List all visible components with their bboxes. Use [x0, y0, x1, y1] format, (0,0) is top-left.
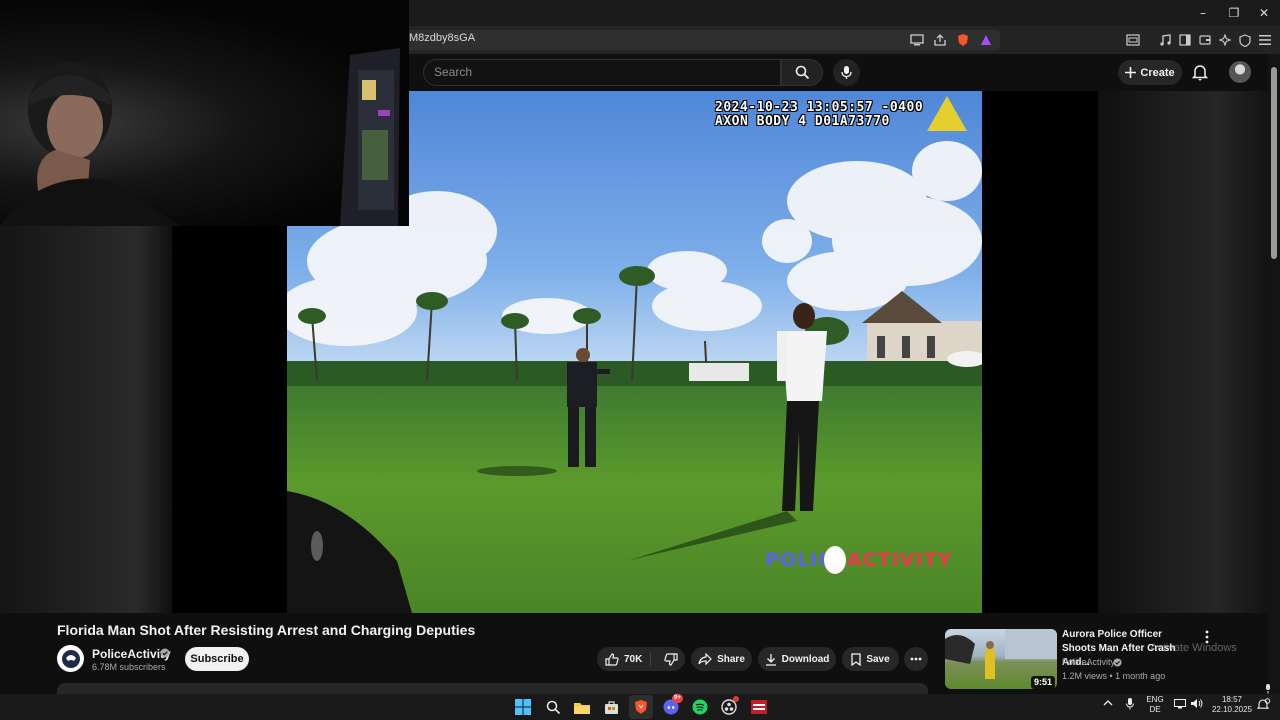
ambient-left: [0, 226, 172, 613]
like-button[interactable]: 70K: [605, 652, 652, 666]
like-dislike-group: 70K: [597, 647, 685, 671]
activate-windows-watermark: Activate Windows: [1150, 642, 1237, 654]
subscriber-count: 6.78M subscribers: [92, 662, 166, 672]
language-indicator[interactable]: ENG DE: [1145, 695, 1165, 715]
clock-time: 18:57: [1221, 695, 1243, 704]
more-actions-button[interactable]: [904, 647, 928, 671]
save-button[interactable]: Save: [842, 647, 899, 671]
share-page-icon[interactable]: [931, 31, 949, 49]
axon-logo: [927, 96, 967, 131]
address-bar-url[interactable]: M8zdby8sGA: [409, 32, 475, 44]
leo-ai-icon[interactable]: [1216, 31, 1234, 49]
related-video-meta: 1.2M views • 1 month ago: [1062, 671, 1166, 681]
create-button[interactable]: Create: [1118, 60, 1182, 85]
start-button[interactable]: [511, 695, 535, 719]
sidebar-toggle-icon[interactable]: [1124, 31, 1142, 49]
share-label: Share: [717, 653, 745, 665]
file-explorer-button[interactable]: [570, 695, 594, 719]
sidebar-panel-icon[interactable]: [1176, 31, 1194, 49]
description-box[interactable]: [57, 683, 928, 694]
dislike-button[interactable]: [656, 652, 678, 666]
policeactivity-logo-icon: [61, 649, 80, 668]
related-video-channel[interactable]: PoliceActivity: [1062, 657, 1115, 667]
ambient-right: [1098, 91, 1268, 613]
create-label: Create: [1140, 66, 1175, 79]
brave-shields-icon[interactable]: [954, 31, 972, 49]
minimize-button[interactable]: –: [1187, 0, 1219, 26]
share-arrow-icon: [698, 653, 712, 665]
vpn-shield-icon[interactable]: [1236, 31, 1254, 49]
language-top: ENG: [1146, 695, 1164, 704]
channel-avatar[interactable]: [57, 645, 84, 672]
search-icon: [795, 65, 810, 80]
search-input[interactable]: [423, 59, 781, 86]
brave-rewards-icon[interactable]: [977, 31, 995, 49]
user-avatar[interactable]: [1229, 61, 1251, 83]
clock[interactable]: 18:57 22.10.2025: [1210, 695, 1254, 715]
thumbs-down-icon: [664, 652, 678, 666]
tray-microphone-icon[interactable]: [1126, 698, 1134, 710]
subscribe-button[interactable]: Subscribe: [185, 647, 249, 671]
foreground-arm: [287, 491, 412, 613]
download-icon: [765, 653, 777, 666]
like-count: 70K: [624, 653, 643, 665]
download-label: Download: [781, 653, 830, 665]
recording-dot-icon: [733, 696, 739, 702]
save-label: Save: [866, 653, 890, 665]
folder-icon: [574, 701, 590, 714]
thumbs-up-icon: [605, 652, 619, 666]
taskbar-search-icon: [546, 700, 561, 715]
notifications-bell-icon[interactable]: [1192, 63, 1208, 81]
search-placeholder[interactable]: Search: [434, 65, 472, 79]
man-figure: [777, 303, 827, 511]
volume-icon[interactable]: [1190, 698, 1203, 709]
bodycam-device-id: AXON BODY 4 D01A73770: [715, 114, 890, 129]
windows-logo-icon: [515, 699, 531, 715]
spotify-button[interactable]: [688, 695, 712, 719]
plus-icon: [1125, 67, 1137, 78]
bookmark-icon: [851, 652, 861, 666]
police-activity-app-icon: [751, 700, 767, 714]
taskbar-search-button[interactable]: [541, 695, 565, 719]
store-bag-icon: [604, 700, 619, 715]
bodycam-timestamp: 2024-10-23 13:05:57 -0400: [715, 100, 924, 115]
watermark-logo: [824, 546, 846, 574]
webcam-scene: [0, 48, 400, 226]
video-title: Florida Man Shot After Resisting Arrest …: [57, 622, 476, 638]
taskbar-mic-indicator-icon: [1264, 684, 1272, 694]
download-button[interactable]: Download: [758, 647, 836, 671]
store-button[interactable]: [599, 695, 623, 719]
brave-browser-button[interactable]: [629, 695, 653, 719]
related-video-duration: 9:51: [1031, 676, 1056, 689]
notification-center-icon[interactable]: [1257, 698, 1271, 711]
related-verified-icon: [1113, 658, 1122, 667]
scrollbar-thumb[interactable]: [1271, 67, 1277, 259]
shed: [689, 363, 749, 381]
browser-menu-icon[interactable]: [1256, 31, 1274, 49]
microphone-icon: [841, 65, 852, 80]
channel-name[interactable]: PoliceActivity: [92, 647, 171, 661]
spotify-icon: [692, 699, 708, 715]
brave-lion-icon: [634, 699, 648, 715]
pinned-site-button[interactable]: [747, 695, 771, 719]
ambient-left-dark: [172, 226, 287, 613]
media-music-icon[interactable]: [1156, 31, 1174, 49]
share-button[interactable]: Share: [691, 647, 752, 671]
maximize-button[interactable]: ❐: [1218, 0, 1250, 26]
verified-icon: [160, 648, 170, 658]
discord-notification-badge: 9+: [672, 694, 683, 703]
treeline: [287, 361, 982, 386]
watermark-activity: ACTIVITY: [847, 549, 953, 571]
cast-icon[interactable]: [908, 31, 926, 49]
voice-search-button[interactable]: [833, 59, 860, 86]
close-window-button[interactable]: ✕: [1248, 0, 1280, 26]
tray-overflow-chevron-icon[interactable]: [1103, 699, 1113, 707]
streamer-webcam: [0, 0, 409, 226]
search-button[interactable]: [781, 59, 823, 86]
language-bottom: DE: [1149, 705, 1161, 714]
network-icon[interactable]: [1174, 699, 1186, 709]
wallet-icon[interactable]: [1196, 31, 1214, 49]
more-horizontal-icon: [910, 657, 922, 661]
clock-date: 22.10.2025: [1211, 705, 1253, 714]
